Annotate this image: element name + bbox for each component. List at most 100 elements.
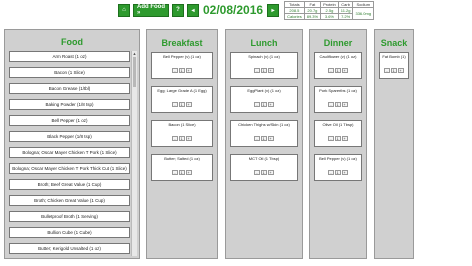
add-food-button[interactable]: Add Food » [133,3,169,17]
quantity-value[interactable]: 1 [260,170,267,175]
decrement-button[interactable]: - [254,68,260,73]
meal-panel-title: Breakfast [161,38,203,48]
decrement-button[interactable]: - [254,102,260,107]
increment-button[interactable]: + [341,136,348,141]
quantity-value[interactable]: 1 [260,136,267,141]
decrement-button[interactable]: - [328,170,334,175]
increment-button[interactable]: + [267,68,274,73]
food-list-item[interactable]: Bullion Cube (1 Cube) [9,227,130,238]
meal-item-name: Bell Pepper (v) (1 oz) [163,54,201,59]
help-button[interactable]: ? [172,3,184,17]
decrement-button[interactable]: - [328,102,334,107]
meal-item[interactable]: Butter; Salted (1 oz) -1 + [151,154,213,181]
home-button[interactable]: ⌂ [118,3,130,17]
meal-item-name: Pork Spareribs (1 oz) [319,88,357,93]
meal-item-list: Cauliflower (v) (1 oz) -1 + Pork Spareribs … [314,52,362,188]
increment-button[interactable]: + [267,170,274,175]
meal-item[interactable]: Cauliflower (v) (1 oz) -1 + [314,52,362,79]
meal-panel-lunch: Lunch Spinach (v) (1 oz) -1 + EggPlant (v) (… [225,29,303,259]
food-panel: Food Arm Roast (1 oz) Bacon (1 Slice) Baco… [4,29,140,259]
food-list[interactable]: Arm Roast (1 oz) Bacon (1 Slice) Bacon Gre… [9,51,130,256]
stats-value: 336.0mg [352,6,375,20]
stats-value: 7.2% [337,12,354,20]
food-list-item[interactable]: Butter; Kerigold Unsalted (1 oz) [9,243,130,254]
increment-button[interactable]: + [341,170,348,175]
increment-button[interactable]: + [185,136,192,141]
stats-value: Calories [284,12,305,20]
top-toolbar: ⌂ Add Food » ? ◂ 02/08/2016 ▸ Totals Fat… [118,0,375,20]
decrement-button[interactable]: - [328,136,334,141]
quantity-value[interactable]: 1 [178,170,185,175]
increment-button[interactable]: + [185,68,192,73]
quantity-value[interactable]: 1 [260,102,267,107]
meal-item[interactable]: Egg; Large Grade A (1 Egg) -1 + [151,86,213,113]
decrement-button[interactable]: - [254,170,260,175]
quantity-value[interactable]: 1 [178,136,185,141]
quantity-value[interactable]: 1 [334,136,341,141]
meal-item[interactable]: Olive Oil (1 Tbsp) -1 + [314,120,362,147]
meal-item[interactable]: Chicken Thighs w/Skin (1 oz) -1 + [230,120,298,147]
food-list-item[interactable]: Bologna; Oscar Mayer Chicken T Pork (1 S… [9,147,130,158]
quantity-value[interactable]: 1 [334,68,341,73]
decrement-button[interactable]: - [172,170,178,175]
decrement-button[interactable]: - [254,136,260,141]
meal-panel-title: Snack [380,38,408,48]
quantity-value[interactable]: 1 [260,68,267,73]
food-list-item[interactable]: Bacon (1 Slice) [9,67,130,78]
increment-button[interactable]: + [397,68,404,73]
decrement-button[interactable]: - [172,102,178,107]
meal-item[interactable]: Bell Pepper (v) (1 oz) -1 + [314,154,362,181]
stats-value: 3.6% [320,12,339,20]
scroll-up-icon[interactable]: ▲ [132,51,137,56]
increment-button[interactable]: + [267,136,274,141]
food-list-item[interactable]: Black Pepper (1/8 tsp) [9,131,130,142]
meal-item-name: MCT Oil (1 Tbsp) [248,156,280,161]
quantity-value[interactable]: 1 [178,68,185,73]
food-list-item[interactable]: Baking Powder (1/8 tsp) [9,99,130,110]
prev-day-button[interactable]: ◂ [187,3,199,17]
meal-item[interactable]: Bacon (1 Slice) -1 + [151,120,213,147]
meal-item[interactable]: MCT Oil (1 Tbsp) -1 + [230,154,298,181]
food-list-item[interactable]: Arm Roast (1 oz) [9,51,130,62]
food-list-item[interactable]: Bulletproof Broth (1 Serving) [9,211,130,222]
meal-item-name: Olive Oil (1 Tbsp) [322,122,354,127]
meal-item-name: Cauliflower (v) (1 oz) [319,54,357,59]
quantity-stepper: -1 + [384,68,404,73]
increment-button[interactable]: + [341,68,348,73]
food-list-item[interactable]: Bologna; Oscar Mayer Chicken T Pork Thic… [9,163,130,174]
quantity-value[interactable]: 1 [390,68,397,73]
increment-button[interactable]: + [185,102,192,107]
increment-button[interactable]: + [341,102,348,107]
app-root: ⌂ Add Food » ? ◂ 02/08/2016 ▸ Totals Fat… [0,0,472,266]
nutrition-totals-table: Totals Fat Protein Carb Sodium 208.5 20.… [284,0,375,20]
meal-item[interactable]: Bell Pepper (v) (1 oz) -1 + [151,52,213,79]
decrement-button[interactable]: - [172,68,178,73]
quantity-value[interactable]: 1 [334,102,341,107]
quantity-stepper: -1 + [328,102,348,107]
meal-item[interactable]: EggPlant (v) (1 oz) -1 + [230,86,298,113]
meal-item[interactable]: Pork Spareribs (1 oz) -1 + [314,86,362,113]
meal-item-name: EggPlant (v) (1 oz) [247,88,281,93]
next-day-button[interactable]: ▸ [267,3,280,17]
meal-panel-dinner: Dinner Cauliflower (v) (1 oz) -1 + Pork Spar… [309,29,367,259]
scroll-thumb[interactable] [133,57,136,87]
food-list-scrollbar[interactable]: ▲ [131,51,137,256]
meal-item[interactable]: Fat Bomb (1) -1 + [379,52,409,79]
food-list-item[interactable]: Bell Pepper (1 oz) [9,115,130,126]
food-list-item[interactable]: Broth; Chicken Great Value (1 Cup) [9,195,130,206]
meal-item-list: Spinach (v) (1 oz) -1 + EggPlant (v) (1 oz)… [230,52,298,188]
food-list-item[interactable]: Broth; Beef Great Value (1 Cup) [9,179,130,190]
increment-button[interactable]: + [185,170,192,175]
quantity-value[interactable]: 1 [178,102,185,107]
quantity-stepper: -1 + [254,68,274,73]
decrement-button[interactable]: - [328,68,334,73]
quantity-value[interactable]: 1 [334,170,341,175]
food-list-item[interactable]: Bacon Grease (1/tbl) [9,83,130,94]
quantity-stepper: -1 + [172,170,192,175]
decrement-button[interactable]: - [384,68,390,73]
increment-button[interactable]: + [267,102,274,107]
meal-item[interactable]: Spinach (v) (1 oz) -1 + [230,52,298,79]
meal-item-name: Spinach (v) (1 oz) [248,54,280,59]
quantity-stepper: -1 + [254,102,274,107]
decrement-button[interactable]: - [172,136,178,141]
